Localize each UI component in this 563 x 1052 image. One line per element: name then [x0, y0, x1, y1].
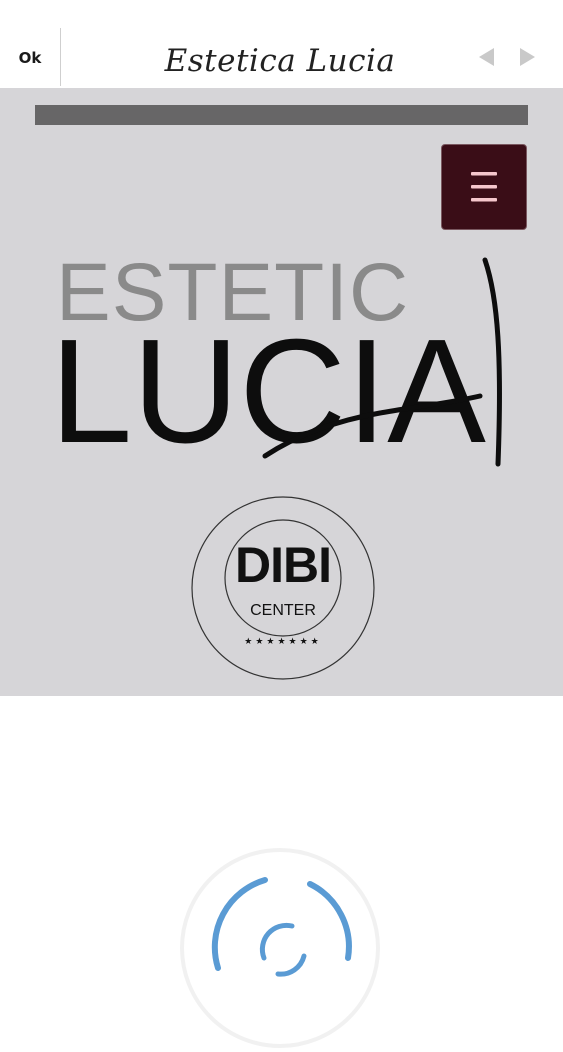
chevron-right-icon[interactable]: [516, 46, 538, 68]
back-arrow-shape: [479, 48, 494, 66]
estetica-lucia-logo: ESTETIC LUCIA: [40, 238, 530, 478]
forward-arrow-shape: [520, 48, 535, 66]
logo-swash-icon: [262, 257, 502, 467]
menu-button[interactable]: [441, 144, 527, 230]
chevron-left-icon[interactable]: [476, 46, 498, 68]
loading-spinner-icon: [180, 848, 380, 1048]
badge-main-text: DIBI: [235, 537, 332, 593]
hamburger-icon: [471, 172, 497, 202]
ok-button[interactable]: Ok: [0, 38, 60, 78]
page-title: Estetica Lucia: [164, 43, 396, 79]
dibi-center-badge: DIBI CENTER ★★★★★★★: [190, 495, 376, 681]
web-content: ESTETIC LUCIA DIBI CENTER ★★★★★★★: [0, 88, 563, 696]
spinner-shape: [180, 848, 380, 1048]
badge-sub-text: CENTER: [250, 602, 316, 619]
badge-stars: ★★★★★★★: [244, 637, 322, 647]
loading-progress-bar: [35, 105, 528, 125]
divider: [60, 28, 61, 86]
navigation-bar: Ok Estetica Lucia: [0, 0, 563, 88]
